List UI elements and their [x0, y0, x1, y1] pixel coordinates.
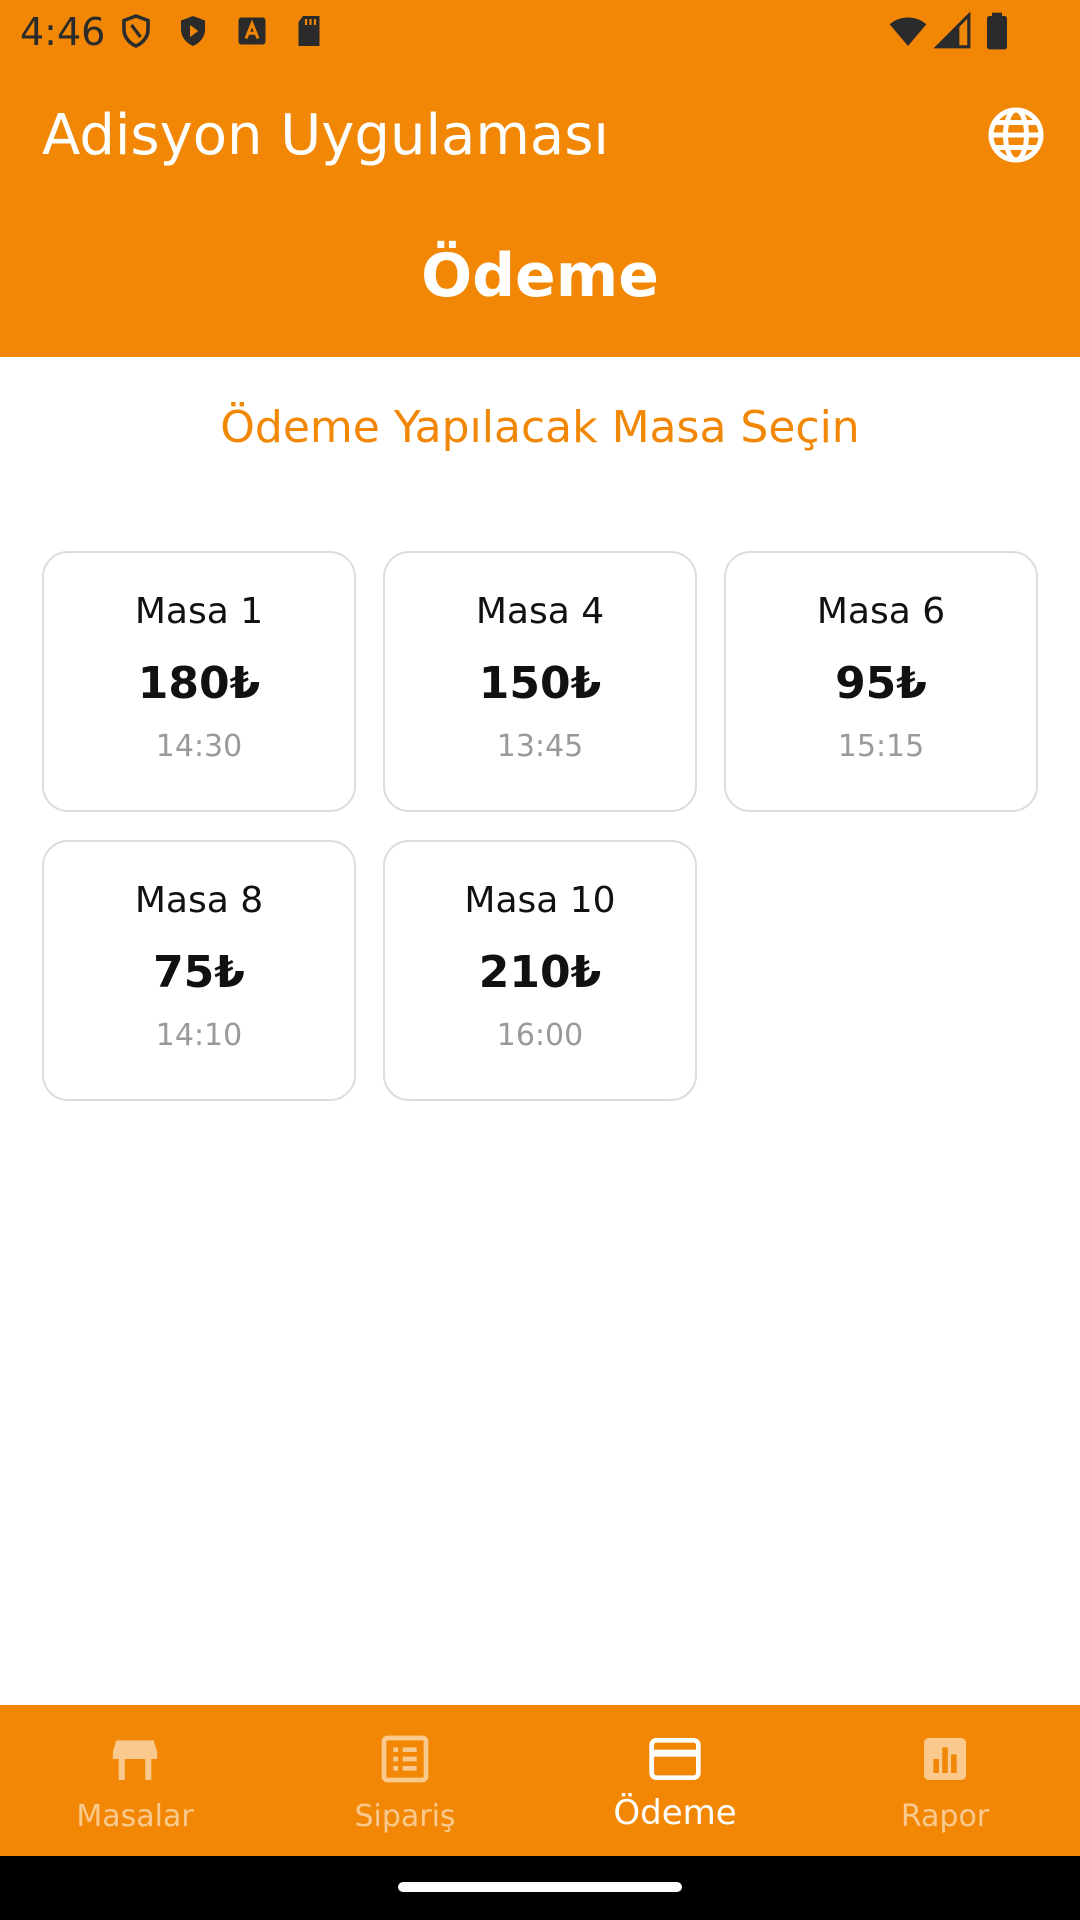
wifi-icon: [889, 17, 927, 46]
nav-item-masalar[interactable]: Masalar: [0, 1705, 270, 1856]
table-amount: 150₺: [478, 658, 602, 709]
table-amount: 180₺: [137, 658, 261, 709]
table-amount: 210₺: [478, 947, 602, 998]
battery-icon: [987, 12, 1007, 50]
table-name: Masa 6: [816, 591, 946, 632]
table-card-masa-10[interactable]: Masa 10 210₺ 16:00: [383, 840, 697, 1101]
nav-label: Masalar: [76, 1799, 194, 1834]
table-name: Masa 1: [134, 591, 264, 632]
table-amount: 75₺: [153, 947, 245, 998]
system-nav-bar: [0, 1856, 1080, 1920]
page-heading: Ödeme: [421, 241, 659, 311]
table-card-masa-4[interactable]: Masa 4 150₺ 13:45: [383, 551, 697, 812]
play-protect-icon: [181, 16, 205, 46]
table-amount: 95₺: [835, 658, 927, 709]
table-grid: Masa 1 180₺ 14:30 Masa 4 150₺ 13:45 Masa…: [42, 551, 1038, 1101]
font-a-icon: [238, 17, 266, 45]
table-time: 14:10: [155, 1018, 243, 1053]
table-time: 15:15: [837, 729, 925, 764]
table-time: 13:45: [496, 729, 584, 764]
table-name: Masa 8: [134, 880, 264, 921]
nav-item-rapor[interactable]: Rapor: [810, 1705, 1080, 1856]
nav-label: Ödeme: [613, 1793, 737, 1833]
status-bar: 4:46: [0, 0, 1080, 63]
credit-card-icon: [649, 1738, 701, 1780]
app-bar: Adisyon Uygulaması Ödeme: [0, 63, 1080, 357]
table-card-masa-1[interactable]: Masa 1 180₺ 14:30: [42, 551, 356, 812]
nav-label: Sipariş: [354, 1799, 456, 1834]
shield-icon: [122, 14, 150, 48]
screen: 4:46 Adisyon Uygulaması Ödeme Ödeme Yapı…: [0, 0, 1080, 1920]
table-card-masa-8[interactable]: Masa 8 75₺ 14:10: [42, 840, 356, 1101]
table-card-masa-6[interactable]: Masa 6 95₺ 15:15: [724, 551, 1038, 812]
table-time: 14:30: [155, 729, 243, 764]
list-icon: [381, 1735, 429, 1783]
nav-item-siparis[interactable]: Sipariş: [270, 1705, 540, 1856]
globe-icon[interactable]: [986, 105, 1046, 165]
nav-label: Rapor: [900, 1799, 990, 1834]
sd-card-icon: [298, 16, 320, 46]
status-time: 4:46: [20, 10, 106, 54]
table-name: Masa 4: [475, 591, 605, 632]
signal-icon: [934, 12, 971, 49]
app-title: Adisyon Uygulaması: [42, 103, 609, 168]
table-name: Masa 10: [464, 880, 616, 921]
section-title: Ödeme Yapılacak Masa Seçin: [220, 402, 860, 453]
table-time: 16:00: [496, 1018, 584, 1053]
home-handle[interactable]: [398, 1882, 682, 1892]
bottom-nav: Masalar Sipariş Ödeme Rapor: [0, 1705, 1080, 1856]
bar-chart-icon: [924, 1738, 966, 1780]
table-icon: [112, 1740, 158, 1780]
nav-item-odeme[interactable]: Ödeme: [540, 1705, 810, 1856]
